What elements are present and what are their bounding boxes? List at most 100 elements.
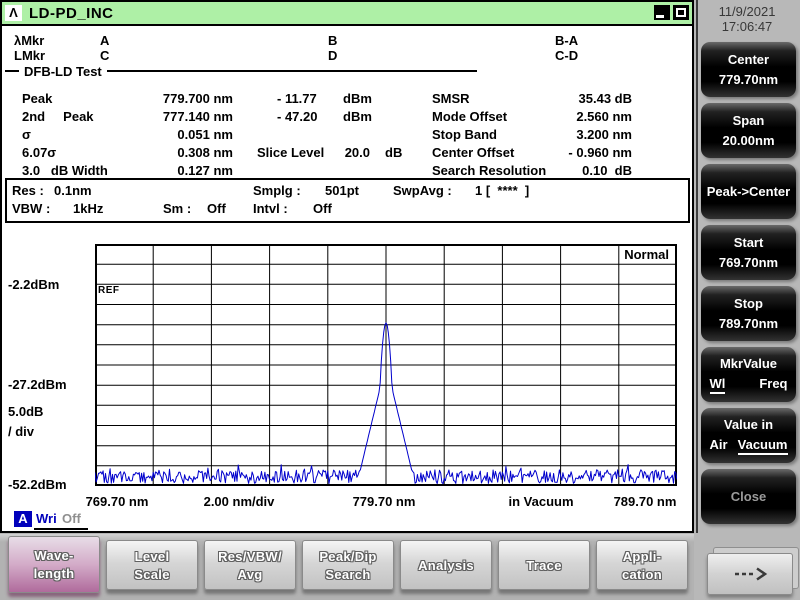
softkey-value-in[interactable]: Value in Air Vacuum bbox=[701, 408, 796, 463]
softkey-title: Peak->Center bbox=[707, 184, 790, 199]
softkey-start[interactable]: Start 769.70nm bbox=[701, 225, 796, 280]
result-value: 779.700 nm bbox=[136, 91, 233, 106]
intvl-label: Intvl : bbox=[253, 201, 288, 216]
menu-label: Scale bbox=[134, 567, 169, 582]
spectrum-plot bbox=[95, 244, 677, 486]
softkey-title: Center bbox=[728, 52, 769, 67]
softkey-value: 20.00nm bbox=[722, 133, 774, 148]
marker-cd-label: C-D bbox=[555, 48, 578, 63]
menu-label: Analysis bbox=[418, 558, 474, 573]
menu-level-scale[interactable]: Level Scale bbox=[106, 540, 198, 590]
marker-d-label: D bbox=[328, 48, 337, 63]
marker-b-label: B bbox=[328, 33, 337, 48]
menu-trace[interactable]: Trace bbox=[498, 540, 590, 590]
result-unit: dBm bbox=[343, 91, 372, 106]
result-value: 3.200 nm bbox=[480, 127, 632, 142]
function-menu: Wave- length Level Scale Res/VBW/ Avg Pe… bbox=[0, 534, 694, 600]
softkey-value: 769.70nm bbox=[719, 255, 778, 270]
marker-a-label: A bbox=[100, 33, 109, 48]
slice-level-value: 20.0 bbox=[318, 145, 370, 160]
result-value: 777.140 nm bbox=[136, 109, 233, 124]
menu-label: Appli- bbox=[623, 549, 662, 564]
y-axis-scale-label2: / div bbox=[8, 424, 34, 439]
maximize-icon[interactable] bbox=[673, 5, 689, 20]
softkey-value: 789.70nm bbox=[719, 316, 778, 331]
menu-peak-dip-search[interactable]: Peak/Dip Search bbox=[302, 540, 394, 590]
option-freq[interactable]: Freq bbox=[759, 376, 787, 394]
softkey-value: 779.70nm bbox=[719, 72, 778, 87]
level-marker-label: LMkr bbox=[14, 48, 45, 63]
result-value: 35.43 dB bbox=[480, 91, 632, 106]
intvl-value: Off bbox=[313, 201, 332, 216]
menu-label: length bbox=[34, 566, 75, 581]
result-label: Peak bbox=[22, 91, 52, 106]
result-value: - 0.960 nm bbox=[480, 145, 632, 160]
softkey-options: Air Vacuum bbox=[710, 437, 788, 455]
osa-screen: Λ LD-PD_INC λMkr A B B-A LMkr C D C-D DF… bbox=[0, 0, 800, 600]
menu-application[interactable]: Appli- cation bbox=[596, 540, 688, 590]
clock: 11/9/2021 17:06:47 bbox=[694, 4, 800, 34]
res-label: Res : bbox=[12, 183, 44, 198]
panel-edge bbox=[696, 0, 698, 533]
softkey-title: Start bbox=[734, 235, 764, 250]
result-label: SMSR bbox=[432, 91, 470, 106]
x-axis-scale-label: 2.00 nm/div bbox=[204, 494, 275, 509]
softkey-span[interactable]: Span 20.00nm bbox=[701, 103, 796, 158]
sm-label: Sm : bbox=[163, 201, 191, 216]
trace-write-label: Wri bbox=[36, 511, 57, 526]
ref-level-label: REF bbox=[98, 285, 120, 296]
app-logo-icon: Λ bbox=[5, 5, 22, 21]
result-label: σ bbox=[22, 127, 31, 142]
result-level: - 11.77 bbox=[277, 91, 317, 106]
option-vacuum[interactable]: Vacuum bbox=[738, 437, 788, 455]
marker-c-label: C bbox=[100, 48, 109, 63]
softkey-mkrvalue[interactable]: MkrValue Wl Freq bbox=[701, 347, 796, 402]
result-label: 2nd Peak bbox=[22, 109, 94, 124]
menu-label: Res/VBW/ bbox=[218, 549, 282, 564]
trace-status-underline bbox=[34, 528, 88, 530]
minimize-icon[interactable] bbox=[654, 5, 670, 20]
date-label: 11/9/2021 bbox=[694, 4, 800, 19]
menu-res-vbw-avg[interactable]: Res/VBW/ Avg bbox=[204, 540, 296, 590]
spectrum-chart: REF Normal bbox=[95, 244, 677, 486]
softkey-title: Value in bbox=[724, 417, 773, 432]
option-wl[interactable]: Wl bbox=[710, 376, 726, 394]
menu-more-button[interactable] bbox=[707, 553, 793, 595]
result-level: - 47.20 bbox=[277, 109, 317, 124]
divider-line bbox=[107, 70, 477, 72]
softkey-peak-to-center[interactable]: Peak->Center bbox=[701, 164, 796, 219]
chart-grid bbox=[95, 244, 677, 486]
result-value: 0.051 nm bbox=[136, 127, 233, 142]
menu-label: Wave- bbox=[34, 548, 73, 563]
res-value: 0.1nm bbox=[54, 183, 92, 198]
menu-analysis[interactable]: Analysis bbox=[400, 540, 492, 590]
sm-value: Off bbox=[207, 201, 226, 216]
window-title: LD-PD_INC bbox=[29, 5, 114, 22]
softkey-title: MkrValue bbox=[720, 356, 777, 371]
trace-a-badge: A bbox=[14, 511, 32, 527]
vbw-value: 1kHz bbox=[73, 201, 103, 216]
x-axis-center-label: 779.70 nm bbox=[353, 494, 416, 509]
slice-level-label: Slice Level bbox=[257, 145, 324, 160]
result-value: 2.560 nm bbox=[480, 109, 632, 124]
swpavg-label: SwpAvg : bbox=[393, 183, 452, 198]
softkey-options: Wl Freq bbox=[710, 376, 788, 394]
marker-ba-label: B-A bbox=[555, 33, 578, 48]
vbw-label: VBW : bbox=[12, 201, 50, 216]
x-axis-start-label: 769.70 nm bbox=[86, 494, 149, 509]
softkey-center[interactable]: Center 779.70nm bbox=[701, 42, 796, 97]
softkey-close[interactable]: Close bbox=[701, 469, 796, 524]
softkey-stop[interactable]: Stop 789.70nm bbox=[701, 286, 796, 341]
menu-wavelength[interactable]: Wave- length bbox=[8, 536, 100, 593]
result-value: 0.308 nm bbox=[136, 145, 233, 160]
swpavg-value: 1 [ **** ] bbox=[475, 183, 529, 198]
menu-label: Search bbox=[325, 567, 370, 582]
section-divider: DFB-LD Test bbox=[5, 63, 477, 79]
menu-label: Peak/Dip bbox=[319, 549, 376, 564]
menu-label: Trace bbox=[526, 558, 561, 573]
section-title: DFB-LD Test bbox=[19, 64, 107, 79]
slice-level-unit: dB bbox=[385, 145, 402, 160]
option-air[interactable]: Air bbox=[710, 437, 728, 455]
result-value: 0.127 nm bbox=[136, 163, 233, 178]
divider-line bbox=[5, 70, 19, 72]
